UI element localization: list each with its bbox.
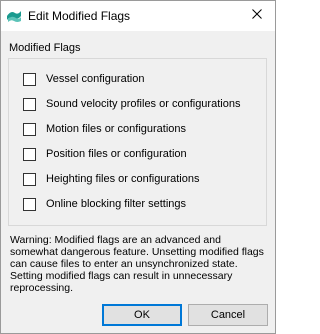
close-icon — [252, 8, 262, 22]
warning-text: Warning: Modified flags are an advanced … — [10, 234, 264, 294]
option-vessel-configuration[interactable]: Vessel configuration — [23, 71, 144, 87]
option-label: Heighting files or configurations — [46, 173, 200, 185]
option-position-files[interactable]: Position files or configuration — [23, 146, 187, 162]
group-label: Modified Flags — [9, 42, 81, 54]
option-label: Sound velocity profiles or configuration… — [46, 98, 241, 110]
edit-modified-flags-dialog: Edit Modified Flags Modified Flags Vesse… — [0, 0, 276, 334]
app-logo-icon — [6, 7, 22, 23]
option-online-blocking-filter[interactable]: Online blocking filter settings — [23, 196, 186, 212]
option-label: Vessel configuration — [46, 73, 145, 85]
checkbox[interactable] — [23, 197, 36, 211]
checkbox[interactable] — [23, 97, 36, 111]
ok-button[interactable]: OK — [102, 304, 182, 326]
checkbox[interactable] — [23, 122, 36, 136]
option-sound-velocity[interactable]: Sound velocity profiles or configuration… — [23, 96, 240, 112]
title-bar[interactable]: Edit Modified Flags — [1, 1, 275, 31]
option-label: Online blocking filter settings — [46, 198, 187, 210]
option-label: Position files or configuration — [46, 148, 187, 160]
option-label: Motion files or configurations — [46, 123, 187, 135]
checkbox[interactable] — [23, 72, 36, 86]
option-heighting-files[interactable]: Heighting files or configurations — [23, 171, 199, 187]
option-motion-files[interactable]: Motion files or configurations — [23, 121, 186, 137]
window-title: Edit Modified Flags — [28, 9, 131, 23]
checkbox[interactable] — [23, 172, 36, 186]
cancel-button[interactable]: Cancel — [188, 304, 268, 326]
modified-flags-group: Vessel configuration Sound velocity prof… — [8, 58, 267, 226]
close-button[interactable] — [245, 4, 269, 26]
checkbox[interactable] — [23, 147, 36, 161]
